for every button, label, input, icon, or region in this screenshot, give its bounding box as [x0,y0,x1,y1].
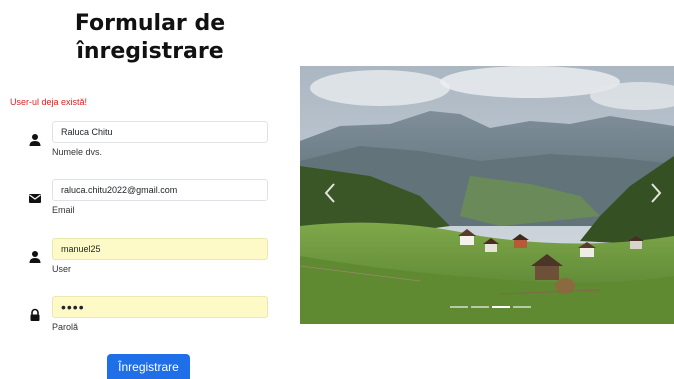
name-label: Numele dvs. [52,147,103,157]
chevron-right-icon [651,183,662,203]
lock-icon [28,308,42,322]
image-carousel [300,66,674,324]
password-input[interactable] [52,296,268,318]
error-message: User-ul deja există! [10,97,88,107]
mountain-village-image [300,66,674,324]
carousel-indicator[interactable] [513,306,531,308]
name-input[interactable] [52,121,268,143]
carousel-indicator[interactable] [450,306,468,308]
chevron-left-icon [324,183,335,203]
envelope-icon [28,191,42,205]
email-label: Email [52,205,75,215]
password-field-group: Parolă [28,296,273,346]
user-label: User [52,264,72,274]
name-field-group: Numele dvs. [28,121,273,171]
carousel-prev-button[interactable] [318,178,342,208]
password-label: Parolă [52,322,79,332]
carousel-indicators [450,306,531,310]
carousel-indicator[interactable] [471,306,489,308]
page-title: Formular de înregistrare [74,11,226,64]
user-icon [28,133,42,147]
register-button[interactable]: Înregistrare [107,354,190,379]
carousel-indicator[interactable] [492,306,510,308]
email-field-group: Email [28,179,273,229]
carousel-next-button[interactable] [644,178,668,208]
email-input[interactable] [52,179,268,201]
user-icon [28,250,42,264]
user-field-group: User [28,238,273,288]
user-input[interactable] [52,238,268,260]
